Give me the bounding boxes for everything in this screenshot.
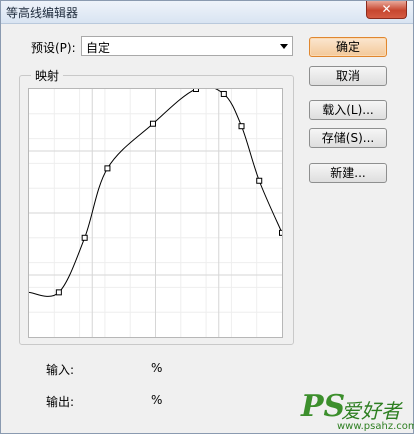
save-button[interactable]: 存储(S)... [309,128,387,148]
contour-graph[interactable] [28,86,285,338]
ok-button[interactable]: 确定 [309,37,387,57]
watermark-url: www.psahz.com [337,421,414,432]
curve-control-point[interactable] [149,120,156,127]
curve-control-point[interactable] [104,165,111,172]
curve-control-point[interactable] [279,229,285,236]
load-button[interactable]: 载入(L)... [309,100,387,120]
curve-control-point[interactable] [192,86,199,92]
output-unit: % [151,393,163,407]
watermark-ps: PS [301,389,346,424]
cancel-button[interactable]: 取消 [309,66,387,86]
curve-control-point[interactable] [220,90,227,97]
close-button[interactable]: ✕ [366,1,407,19]
preset-label: 预设(P): [31,41,76,55]
close-icon: ✕ [381,2,392,16]
contour-graph-svg[interactable] [28,86,285,337]
preset-value: 自定 [86,41,111,55]
curve-control-point[interactable] [256,177,263,184]
title-bar: 等高线编辑器 ✕ [1,1,413,24]
input-unit: % [151,361,163,375]
curve-control-point[interactable] [238,123,245,130]
mapping-label: 映射 [31,67,64,84]
window-title: 等高线编辑器 [6,6,79,20]
preset-select[interactable]: 自定 [81,36,293,56]
chevron-down-icon [280,44,288,49]
output-label: 输出: [46,395,75,409]
contour-editor-dialog: 等高线编辑器 ✕ 预设(P): 自定 映射 输入: % 输出: % 确定 取消 … [0,0,414,434]
new-button[interactable]: 新建... [309,163,387,183]
watermark-text: 爱好者 [341,399,401,423]
watermark-logo: PS 爱好者 www.psahz.com [297,389,414,435]
curve-control-point[interactable] [81,234,88,241]
input-label: 输入: [46,363,75,377]
curve-control-point[interactable] [55,289,62,296]
